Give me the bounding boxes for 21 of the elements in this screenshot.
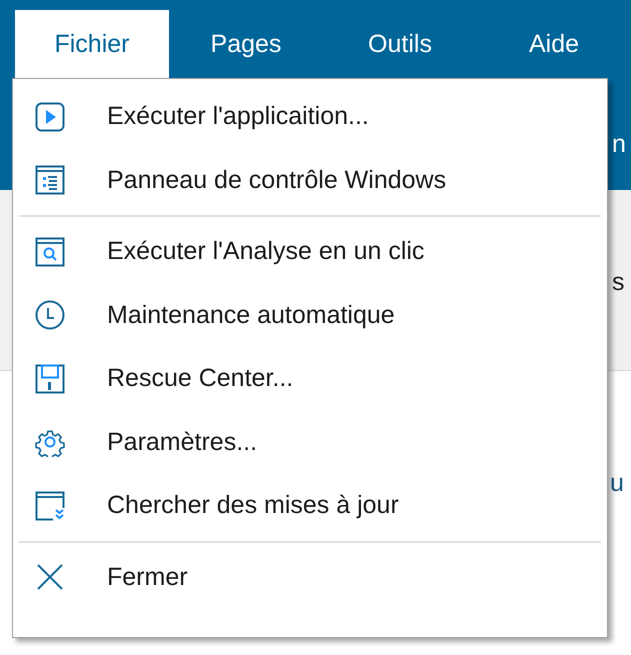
- update-window-icon: [35, 490, 65, 521]
- menu-item[interactable]: Paramètres...: [13, 410, 607, 474]
- menu-item[interactable]: Rescue Center...: [13, 347, 607, 410]
- menu-item[interactable]: Fermer: [13, 546, 607, 609]
- clock-icon: [35, 300, 65, 330]
- play-icon: [35, 102, 65, 132]
- background-text: u: [610, 469, 624, 498]
- close-icon: [35, 562, 65, 592]
- menu-item[interactable]: Chercher des mises à jour: [13, 474, 607, 538]
- background-text: n: [612, 130, 626, 159]
- menu-item[interactable]: Panneau de contrôle Windows: [13, 148, 607, 212]
- menu-item[interactable]: Exécuter l'applicaition...: [13, 85, 607, 148]
- menu-item[interactable]: Maintenance automatique: [13, 284, 607, 347]
- menu-item[interactable]: Exécuter l'Analyse en un clic: [13, 220, 607, 284]
- list-window-icon: [35, 165, 65, 196]
- menu-tab[interactable]: Aide: [477, 10, 631, 78]
- menu-tab[interactable]: Fichier: [15, 10, 169, 78]
- menu-tab[interactable]: Outils: [323, 10, 477, 78]
- search-window-icon: [35, 236, 65, 267]
- background-text: s: [612, 268, 624, 297]
- menu-tab[interactable]: Pages: [169, 10, 323, 78]
